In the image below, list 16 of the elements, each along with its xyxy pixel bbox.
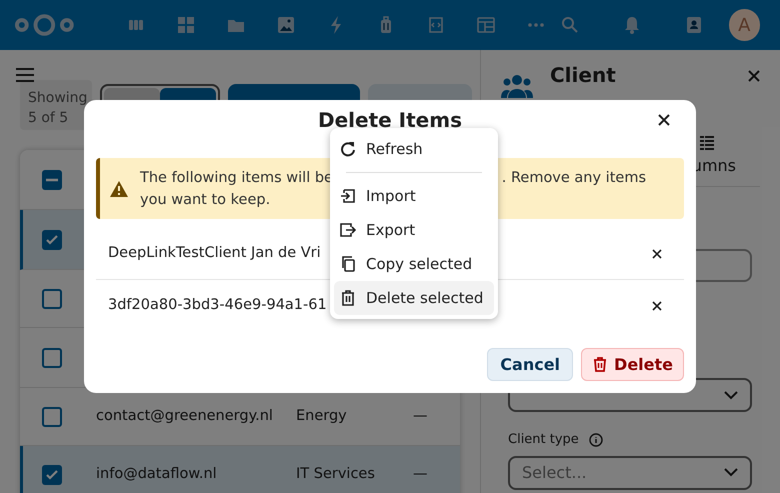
panel-title: Client (550, 62, 616, 88)
table-cell-text: — (413, 464, 428, 484)
item-name: 3df20a80-3bd3-46e9-94a1-61 (108, 296, 327, 315)
field-label: Client type (508, 431, 579, 449)
table-cell-text: info@dataflow.nl (96, 464, 218, 484)
table-cell-text: IT Services (296, 464, 376, 484)
showing-label: Showing (28, 89, 88, 108)
count-label: 5 of 5 (28, 109, 70, 128)
item-name: DeepLinkTestClient Jan de Vri (108, 244, 321, 264)
warning-text: you want to keep. (140, 190, 270, 210)
warning-text: . Remove any items (502, 168, 646, 188)
table-cell-text: contact@greenenergy.nl (96, 406, 274, 426)
dialog-title: Delete Items (318, 107, 462, 134)
field-placeholder: Select... (522, 462, 587, 484)
table-cell-text: — (413, 406, 428, 426)
table-cell-text: Energy (296, 406, 348, 426)
